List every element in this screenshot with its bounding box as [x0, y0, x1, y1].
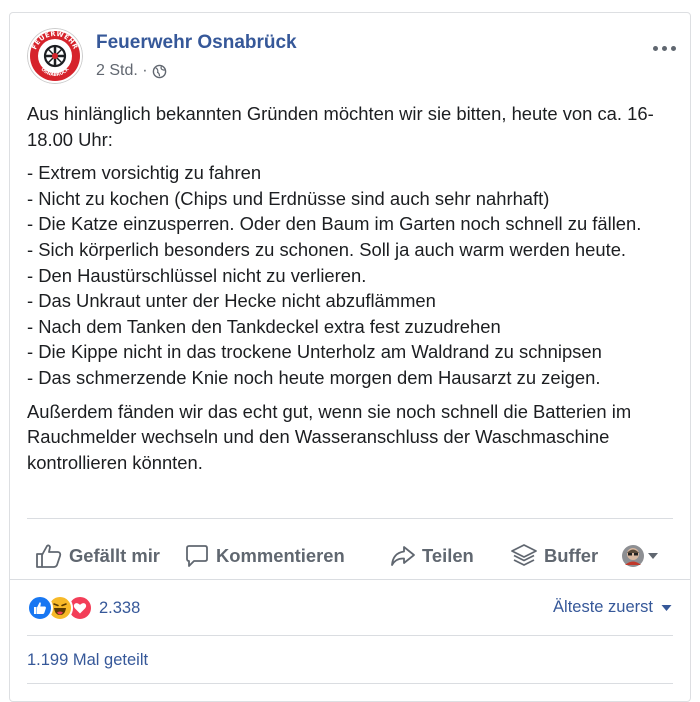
comment-sort-dropdown[interactable]: Älteste zuerst [553, 598, 672, 617]
list-item: - Das schmerzende Knie noch heute morgen… [27, 366, 601, 388]
comment-label: Kommentieren [216, 545, 345, 566]
like-reaction-icon [27, 595, 53, 621]
list-item: - Den Haustürschlüssel nicht zu verliere… [27, 264, 367, 286]
globe-icon[interactable] [152, 64, 167, 79]
buffer-label: Buffer [544, 545, 599, 566]
audience-selector[interactable] [621, 533, 659, 579]
share-count-link[interactable]: 1.199 Mal geteilt [27, 651, 148, 670]
post-timestamp[interactable]: 2 Std. · [96, 62, 148, 80]
page-name-link[interactable]: Feuerwehr Osnabrück [96, 32, 297, 54]
list-item: - Extrem vorsichtig zu fahren [27, 162, 262, 184]
chevron-down-icon [648, 553, 658, 559]
post-list: - Extrem vorsichtig zu fahren - Nicht zu… [27, 160, 687, 390]
post-header: FEUERWEHR OSNABRÜCK Feuerwehr Osnabrück … [27, 28, 690, 88]
post-meta: 2 Std. · [96, 62, 167, 80]
action-bar: Gefällt mir Kommentieren Teilen Buffer [27, 533, 673, 579]
list-item: - Die Kippe nicht in das trockene Unterh… [27, 341, 602, 363]
list-item: - Das Unkraut unter der Hecke nicht abzu… [27, 290, 436, 312]
list-item: - Nicht zu kochen (Chips und Erdnüsse si… [27, 187, 550, 209]
share-label: Teilen [422, 545, 474, 566]
user-avatar-icon [622, 545, 644, 567]
thumbs-up-icon [36, 544, 62, 568]
post-outro: Außerdem fänden wir das echt gut, wenn s… [27, 400, 632, 473]
share-arrow-icon [391, 546, 415, 566]
list-item: - Die Katze einzusperren. Oder den Baum … [27, 213, 642, 235]
divider [10, 579, 690, 580]
like-label: Gefällt mir [69, 545, 160, 566]
chevron-down-icon [661, 604, 672, 611]
list-item: - Sich körperlich besonders zu schonen. … [27, 238, 627, 260]
comment-button[interactable]: Kommentieren [184, 533, 345, 579]
reactions-summary[interactable]: 2.338 [27, 595, 140, 621]
reaction-count[interactable]: 2.338 [99, 599, 140, 618]
comment-icon [186, 545, 208, 567]
post-body: Aus hinlänglich bekannten Gründen möchte… [27, 101, 687, 475]
post-card: FEUERWEHR OSNABRÜCK Feuerwehr Osnabrück … [9, 12, 691, 702]
post-intro: Aus hinlänglich bekannten Gründen möchte… [27, 103, 654, 150]
buffer-stack-icon [511, 544, 537, 566]
divider [27, 518, 673, 519]
divider [27, 635, 673, 636]
sort-label: Älteste zuerst [553, 598, 653, 616]
share-button[interactable]: Teilen [389, 533, 474, 579]
like-button[interactable]: Gefällt mir [35, 533, 160, 579]
more-options-icon[interactable] [653, 46, 676, 51]
list-item: - Nach dem Tanken den Tankdeckel extra f… [27, 315, 501, 337]
divider [27, 683, 673, 684]
page-avatar[interactable]: FEUERWEHR OSNABRÜCK [27, 28, 83, 84]
fire-department-logo-icon: FEUERWEHR OSNABRÜCK [27, 28, 83, 84]
buffer-button[interactable]: Buffer [510, 533, 598, 579]
